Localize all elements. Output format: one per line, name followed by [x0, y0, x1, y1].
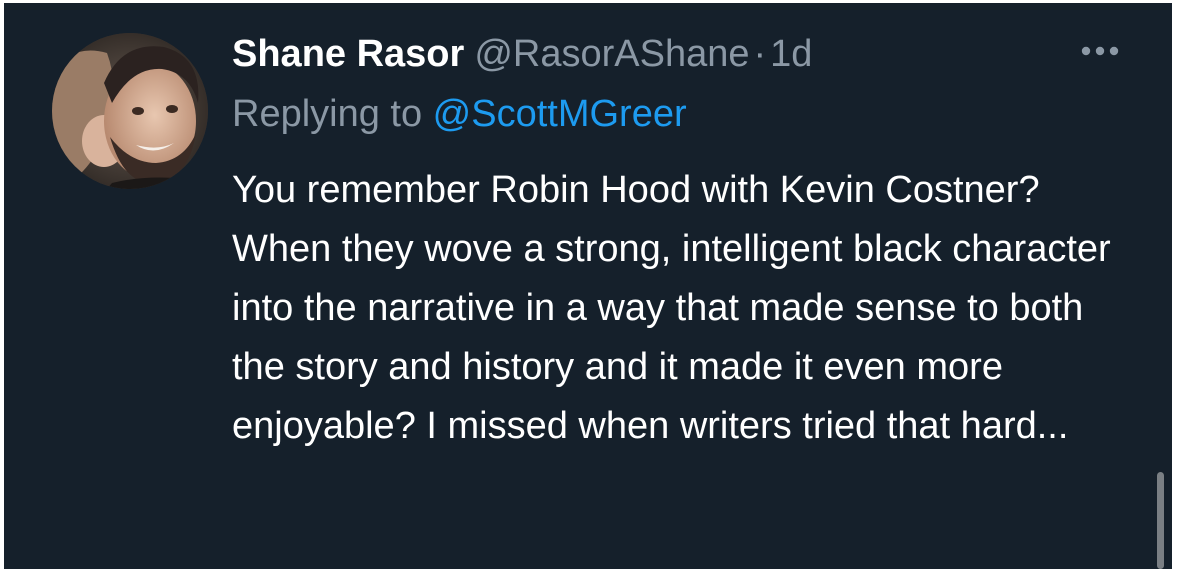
tweet-card[interactable]: Shane Rasor @RasorAShane · 1d Replying to @…	[4, 3, 1172, 569]
user-handle[interactable]: @RasorAShane	[474, 33, 749, 75]
replying-to-label: Replying to	[232, 93, 433, 135]
more-options-button[interactable]	[1070, 31, 1130, 71]
timestamp[interactable]: 1d	[770, 33, 812, 75]
replying-to: Replying to @ScottMGreer	[232, 89, 687, 139]
avatar[interactable]	[52, 33, 208, 189]
scrollbar-thumb[interactable]	[1157, 472, 1164, 569]
tweet-header: Shane Rasor @RasorAShane · 1d	[232, 29, 812, 79]
display-name[interactable]: Shane Rasor	[232, 33, 464, 75]
avatar-photo	[52, 33, 208, 189]
separator-dot: ·	[753, 33, 767, 75]
tweet-text: You remember Robin Hood with Kevin Costn…	[232, 169, 1111, 447]
replying-to-handle[interactable]: @ScottMGreer	[433, 93, 687, 135]
more-horizontal-icon	[1081, 46, 1119, 56]
